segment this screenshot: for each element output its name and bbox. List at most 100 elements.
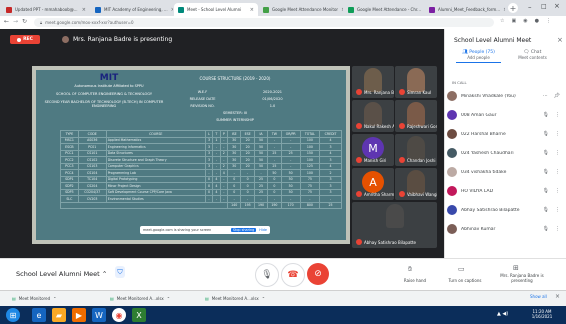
participant-name-tag: Chandan Joshi <box>399 157 435 163</box>
avatar <box>62 36 69 43</box>
phone-hangup-icon: ☎︎ <box>287 270 299 280</box>
close-icon[interactable]: × <box>250 7 254 13</box>
participant-tile[interactable]: Vaibhavi Wangikar <box>395 168 437 200</box>
new-tab-icon[interactable]: + <box>508 3 518 13</box>
url-field[interactable]: 🔒︎ meet.google.com/mox-xxxf-xxr?authuser=… <box>34 18 494 27</box>
file-icon: ▤ <box>110 295 114 301</box>
download-item[interactable]: ▤ Meet Monitored A...xlsx ⌃ <box>110 293 170 303</box>
participant-name: Minakshi Vhadkale (You) <box>461 93 516 99</box>
mic-muted-icon[interactable]: 🎙︎ <box>543 150 549 156</box>
more-options-icon[interactable]: ⋮ <box>555 112 560 118</box>
microphone-button[interactable]: 🎙︎ <box>255 263 279 287</box>
close-icon[interactable]: × <box>503 7 505 13</box>
more-options-icon[interactable]: ⋮ <box>555 131 560 137</box>
course-table: TYPE CODE COURSE L T P ISE ESE IA TW OR/… <box>60 130 342 209</box>
more-options-icon[interactable]: ⋮ <box>555 226 560 232</box>
raise-hand-icon[interactable]: ✋︎ <box>408 265 412 274</box>
list-item[interactable]: Minakshi Vhadkale (You) ··· 📌︎ <box>447 88 563 104</box>
close-panel-icon[interactable]: × <box>557 36 563 44</box>
captions-button[interactable]: Turn on captions <box>445 278 485 283</box>
internet-explorer-icon[interactable]: e <box>32 308 46 322</box>
more-options-icon[interactable]: ⋮ <box>555 188 560 194</box>
list-item[interactable]: Abhay Satishrao Bilapatte 🎙︎ ⋮ <box>447 202 563 218</box>
participant-tile[interactable]: Rajeshwari Gorak... <box>395 100 437 132</box>
participant-actions: ··· 📌︎ <box>543 93 563 99</box>
media-player-icon[interactable]: ▶ <box>72 308 86 322</box>
participant-tile[interactable]: Simran Kaul <box>395 66 437 98</box>
minimize-icon[interactable]: – <box>528 3 532 11</box>
table-cell: 190 <box>267 201 282 209</box>
menu-icon[interactable]: ⋮ <box>546 18 551 24</box>
list-item[interactable]: 022 Harshal Bharne 🎙︎ ⋮ <box>447 126 563 142</box>
stop-sharing-button[interactable]: Stop sharing <box>230 228 257 232</box>
close-icon[interactable]: × <box>555 293 560 300</box>
participant-tile[interactable]: Nakul Rakesh Ag... <box>352 100 394 132</box>
presenter-status[interactable]: Mrs. Ranjana Badre is presenting <box>497 273 547 283</box>
window-close-icon[interactable]: × <box>554 2 560 10</box>
star-icon[interactable]: ☆ <box>500 18 504 24</box>
present-icon[interactable]: ⊞ <box>513 264 519 272</box>
mic-muted-icon[interactable]: 🎙︎ <box>543 188 549 194</box>
download-item[interactable]: ▤ Meet Monitored ⌃ <box>12 293 56 303</box>
system-tray-icons[interactable]: ▲ ◀) <box>497 311 508 317</box>
participant-tile[interactable]: A Amritha Sharma <box>352 168 394 200</box>
close-icon[interactable]: × <box>341 7 343 13</box>
show-all-downloads-link[interactable]: Show all <box>530 294 547 299</box>
mic-muted-icon[interactable]: 🎙︎ <box>543 207 549 213</box>
word-icon[interactable]: W <box>92 308 106 322</box>
mic-muted-icon[interactable]: 🎙︎ <box>543 112 549 118</box>
browser-tab[interactable]: Google Meet Attendance Monitor× <box>259 3 343 16</box>
meeting-details[interactable]: School Level Alumni Meet ⌃ <box>16 270 107 278</box>
forward-icon[interactable]: → <box>13 18 18 25</box>
list-item[interactable]: 034 vishakha tidake 🎙︎ ⋮ <box>447 164 563 180</box>
chevron-up-icon: ⌃ <box>53 295 57 301</box>
maximize-icon[interactable]: □ <box>541 3 547 10</box>
reload-icon[interactable]: ↻ <box>22 18 27 25</box>
list-item[interactable]: Abhinav Kumar 🎙︎ ⋮ <box>447 221 563 237</box>
list-item[interactable]: 024 Yashesh Chaudhari 🎙︎ ⋮ <box>447 145 563 161</box>
shield-icon[interactable]: ⛉ <box>115 266 125 278</box>
mic-muted-icon[interactable]: 🎙︎ <box>543 226 549 232</box>
participant-name: Chandan Joshi <box>407 157 436 163</box>
browser-tab-active[interactable]: Meet - School Level Alumni × <box>174 3 258 16</box>
chrome-icon[interactable]: ◉ <box>112 308 126 322</box>
browser-tab[interactable]: Google Meet Attendance - Chr...× <box>344 3 424 16</box>
windows-start-icon[interactable]: ⊞ <box>6 308 20 322</box>
close-icon[interactable]: × <box>171 7 173 13</box>
participant-tile[interactable]: Mrs. Ranjana Ba... <box>352 66 394 98</box>
participant-tile[interactable]: Chandan Joshi <box>395 134 437 166</box>
browser-tab[interactable]: Alumni_Meet_Feedback_form...× <box>425 3 505 16</box>
more-options-icon[interactable]: ⋮ <box>555 169 560 175</box>
leave-call-button[interactable]: ☎︎ <box>281 263 305 287</box>
participant-name: Abhay Satishrao Bilapatte <box>461 207 520 213</box>
browser-tab[interactable]: Updated PPT - mmahaboob@... × <box>2 3 90 16</box>
back-icon[interactable]: ← <box>4 18 9 25</box>
tab-chat[interactable]: 🗨︎ Chat Meet contents <box>510 50 555 60</box>
excel-icon[interactable]: X <box>132 308 146 322</box>
mic-muted-icon[interactable]: 🎙︎ <box>543 169 549 175</box>
extension-icon[interactable]: ▣ <box>511 18 516 24</box>
more-options-icon[interactable]: ⋮ <box>555 150 560 156</box>
list-item[interactable]: HO VIDYA LAD 🎙︎ ⋮ <box>447 183 563 199</box>
raise-hand-button[interactable]: Raise hand <box>395 278 435 283</box>
audio-level-icon[interactable]: ··· <box>543 93 548 99</box>
tab-people[interactable]: 👥︎ People (75) Add people <box>456 50 501 63</box>
captions-icon[interactable]: ▭ <box>458 265 465 273</box>
profile-icon[interactable]: ● <box>535 18 539 24</box>
download-item[interactable]: ▤ Meet Monitored A...xlsx ⌃ <box>205 293 265 303</box>
participant-tile[interactable]: Abhay Satishrao Bilapatte <box>352 202 437 248</box>
folder-icon[interactable]: ▰ <box>52 308 66 322</box>
browser-tab[interactable]: MIT Academy of Engineering, ... × <box>91 3 173 16</box>
close-icon[interactable]: × <box>82 7 86 13</box>
camera-button[interactable]: ⊘ <box>307 263 329 285</box>
more-options-icon[interactable]: ⋮ <box>555 207 560 213</box>
tab-favicon-icon <box>348 6 354 13</box>
participant-tile[interactable]: M Manish Giri <box>352 134 394 166</box>
hide-button[interactable]: Hide <box>259 228 267 232</box>
list-item[interactable]: 008 Aman Gaur 🎙︎ ⋮ <box>447 107 563 123</box>
pin-icon[interactable]: 📌︎ <box>554 93 560 99</box>
mic-muted-icon[interactable]: 🎙︎ <box>543 131 549 137</box>
participant-name: 024 Yashesh Chaudhari <box>461 150 514 156</box>
taskbar-clock[interactable]: 11:20 AM 1/16/2021 <box>528 309 556 319</box>
extension-icon[interactable]: ◉ <box>523 18 527 24</box>
